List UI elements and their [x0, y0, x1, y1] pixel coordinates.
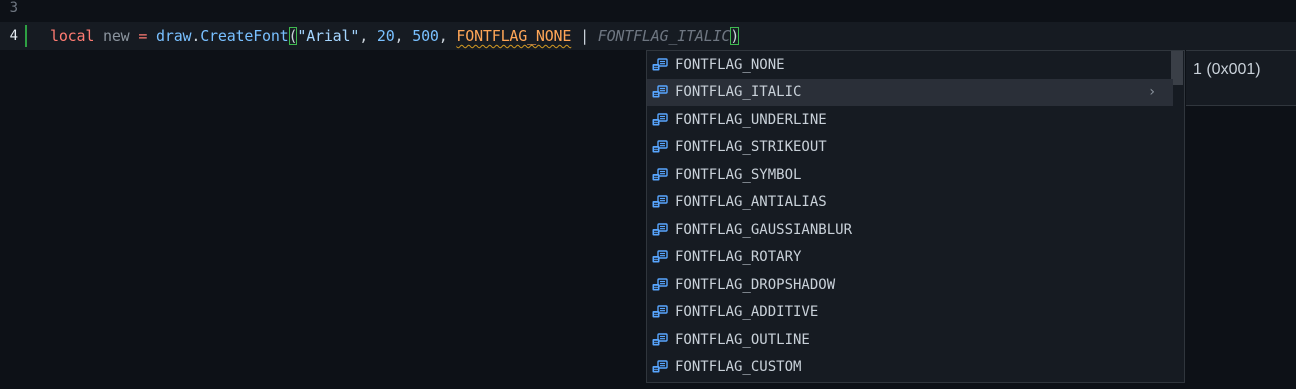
chevron-right-icon[interactable]: ›	[1149, 84, 1155, 100]
suggest-item-label: FONTFLAG_ADDITIVE	[675, 304, 819, 320]
suggest-item[interactable]: FONTFLAG_SYMBOL	[647, 161, 1173, 188]
suggest-item-label: FONTFLAG_ROTARY	[675, 249, 802, 265]
suggest-item[interactable]: FONTFLAG_NONE	[647, 51, 1173, 78]
enum-member-icon	[651, 222, 669, 237]
suggest-item-label: FONTFLAG_DROPSHADOW	[675, 276, 836, 293]
number-arg-1: 20	[376, 27, 395, 45]
suggest-item-label: FONTFLAG_STRIKEOUT	[675, 139, 827, 155]
enum-member-icon	[651, 332, 669, 347]
suggest-item-label: FONTFLAG_CUSTOM	[675, 359, 802, 375]
code-line-content[interactable]: local new = draw.CreateFont("Arial", 20,…	[50, 22, 739, 50]
line-number-3: 3	[9, 0, 18, 16]
number-arg-2: 500	[412, 27, 439, 45]
enum-member-icon	[651, 305, 669, 319]
suggest-item[interactable]: FONTFLAG_GAUSSIANBLUR	[647, 216, 1173, 243]
suggest-detail-panel: 1 (0x001)	[1186, 50, 1296, 106]
assign-operator: =	[138, 27, 148, 45]
line-number-4: 4	[9, 28, 18, 44]
suggest-item[interactable]: FONTFLAG_STRIKEOUT	[647, 134, 1173, 161]
variable-name: new	[103, 27, 130, 45]
suggest-item-label: FONTFLAG_SYMBOL	[675, 166, 802, 183]
suggest-item[interactable]: FONTFLAG_OUTLINE	[647, 326, 1173, 353]
suggest-item-label: FONTFLAG_OUTLINE	[675, 331, 810, 348]
suggest-item[interactable]: FONTFLAG_ADDITIVE	[647, 299, 1173, 326]
autocomplete-suggest-widget[interactable]: FONTFLAG_NONE FONTFLAG_ITALIC › FONTFLAG_UN…	[646, 50, 1185, 383]
comma-3: ,	[438, 27, 448, 45]
enum-member-icon	[651, 140, 669, 154]
editor-line-3[interactable]: 3	[0, 0, 1296, 22]
comma-2: ,	[394, 27, 404, 45]
dot-operator: .	[191, 27, 201, 45]
suggest-item-label: FONTFLAG_ITALIC	[675, 84, 802, 100]
comma-1: ,	[359, 27, 369, 45]
modified-line-indicator	[25, 25, 27, 47]
suggest-item[interactable]: FONTFLAG_CUSTOM	[647, 354, 1173, 381]
enum-member-icon	[651, 250, 669, 264]
suggest-item-label: FONTFLAG_ANTIALIAS	[675, 194, 827, 210]
suggest-item[interactable]: FONTFLAG_ITALIC ›	[647, 78, 1173, 106]
suggest-item-label: FONTFLAG_UNDERLINE	[675, 111, 827, 128]
code-editor[interactable]: 3 4 local new = draw.CreateFont("Arial",…	[0, 0, 1296, 389]
function-name: CreateFont	[200, 27, 289, 45]
enum-member-icon	[651, 195, 669, 209]
suggest-detail-value: 1 (0x001)	[1193, 61, 1261, 78]
inline-suggestion-ghost-text: FONTFLAG_ITALIC	[597, 27, 731, 45]
string-arg: "Arial"	[297, 27, 360, 45]
editor-line-4[interactable]: 4 local new = draw.CreateFont("Arial", 2…	[0, 22, 1296, 50]
enum-member-icon	[651, 112, 669, 127]
bitwise-or-operator: |	[580, 27, 589, 45]
enum-member-icon	[651, 167, 669, 182]
object-name: draw	[156, 27, 192, 45]
suggest-item[interactable]: FONTFLAG_DROPSHADOW	[647, 271, 1173, 298]
suggest-item-label: FONTFLAG_GAUSSIANBLUR	[675, 221, 853, 238]
suggest-item-label: FONTFLAG_NONE	[675, 56, 785, 73]
enum-member-icon	[651, 360, 669, 374]
keyword-local: local	[50, 27, 95, 45]
enum-member-icon	[651, 85, 669, 99]
enum-member-icon	[651, 57, 669, 72]
constant-arg: FONTFLAG_NONE	[456, 27, 572, 45]
suggest-item[interactable]: FONTFLAG_UNDERLINE	[647, 106, 1173, 133]
enum-member-icon	[651, 277, 669, 292]
close-paren: )	[730, 27, 740, 45]
suggest-item[interactable]: FONTFLAG_ANTIALIAS	[647, 189, 1173, 216]
suggest-item[interactable]: FONTFLAG_ROTARY	[647, 244, 1173, 271]
